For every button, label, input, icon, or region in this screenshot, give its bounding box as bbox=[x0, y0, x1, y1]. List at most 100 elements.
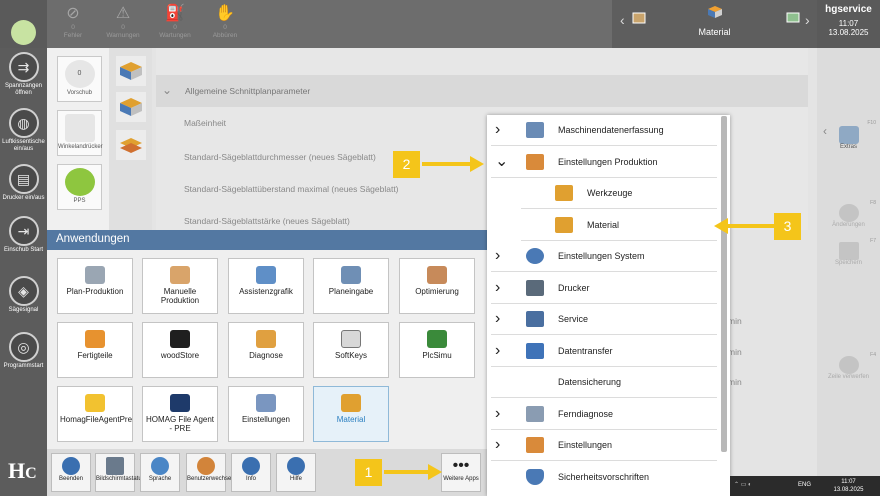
app-label: Manuelle Produktion bbox=[160, 287, 200, 305]
material-icon bbox=[341, 394, 361, 412]
param-row[interactable]: Standard-Sägeblattdurchmesser (neues Säg… bbox=[184, 152, 376, 162]
app-einstellungen[interactable]: Einstellungen bbox=[228, 386, 304, 442]
tray-clock[interactable]: 11:07 13.08.2025 bbox=[817, 476, 880, 496]
chevron-down-icon: ⌄ bbox=[162, 83, 173, 97]
sprache-button[interactable]: Sprache bbox=[140, 453, 180, 492]
menu-item-drucker[interactable]: › Drucker bbox=[487, 273, 717, 304]
app-planeingabe[interactable]: Planeingabe bbox=[313, 258, 389, 314]
saw-signal-icon: ◈ bbox=[8, 276, 39, 306]
sidebar-item-label: Luftkissentische ein/aus bbox=[2, 139, 45, 152]
app-manuelle-produktion[interactable]: Manuelle Produktion bbox=[142, 258, 218, 314]
angle-pusher-icon bbox=[64, 114, 95, 142]
sidebar-item-programmstart[interactable]: ◎ Programmstart bbox=[0, 332, 47, 370]
app-homag-file-agent[interactable]: HOMAG File Agent - PRE bbox=[142, 386, 218, 442]
program-start-icon: ◎ bbox=[8, 332, 39, 362]
sidebar-item-spannzangen[interactable]: ⇉ Spannzangen öffnen bbox=[0, 52, 47, 97]
menu-scrollbar[interactable] bbox=[721, 116, 727, 452]
hilfe-button[interactable]: Hilfe bbox=[276, 453, 316, 492]
app-softkeys[interactable]: SoftKeys bbox=[313, 322, 389, 378]
menu-item-label: Einstellungen System bbox=[558, 251, 645, 261]
tile-vorschub[interactable]: 0 Vorschub bbox=[57, 56, 102, 102]
plan-production-icon bbox=[85, 266, 105, 284]
info-button[interactable]: Info bbox=[231, 453, 271, 492]
assist-graphic-icon bbox=[256, 266, 276, 284]
menu-item-einstellungen[interactable]: › Einstellungen bbox=[487, 430, 717, 461]
sidebar-item-label: Drucker ein/aus bbox=[2, 195, 45, 201]
extras-button[interactable]: Extras F10 bbox=[817, 120, 880, 150]
user-icon bbox=[197, 457, 215, 475]
param-unit: min bbox=[728, 347, 742, 357]
app-plan-produktion[interactable]: Plan-Produktion bbox=[57, 258, 133, 314]
language-indicator[interactable]: ENG bbox=[798, 482, 811, 488]
tray-date: 13.08.2025 bbox=[833, 487, 864, 493]
chevron-left-icon[interactable]: ‹ bbox=[620, 12, 625, 28]
app-plcsimu[interactable]: PlcSimu bbox=[399, 322, 475, 378]
more-icon: ••• bbox=[452, 457, 470, 474]
material-stack-icon[interactable] bbox=[116, 56, 146, 86]
tile-label: Winkelandrücker bbox=[58, 144, 103, 150]
benutzerwechsel-button[interactable]: Benutzerwechsel bbox=[186, 453, 233, 492]
menu-item-einstellungen-system[interactable]: › Einstellungen System bbox=[487, 241, 717, 272]
sidebar-item-drucker[interactable]: ▤ Drucker ein/aus bbox=[0, 164, 47, 202]
app-diagnose[interactable]: Diagnose bbox=[228, 322, 304, 378]
weitere-apps-button[interactable]: ••• Weitere Apps bbox=[441, 453, 481, 492]
remote-diagnosis-icon bbox=[526, 406, 544, 422]
material-layers-icon[interactable] bbox=[116, 130, 146, 160]
left-sidebar: ⇉ Spannzangen öffnen ◍ Luftkissentische … bbox=[0, 48, 47, 496]
sidebar-item-label: Spannzangen öffnen bbox=[4, 83, 43, 96]
speichern-button[interactable]: Speichern F7 bbox=[817, 238, 880, 266]
menu-item-sicherheitsvorschriften[interactable]: Sicherheitsvorschriften bbox=[487, 462, 717, 493]
app-fertigteile[interactable]: Fertigteile bbox=[57, 322, 133, 378]
bildschirmtastatur-button[interactable]: Bildschirmtastatur bbox=[95, 453, 144, 492]
menu-item-datensicherung[interactable]: Datensicherung bbox=[487, 367, 717, 398]
app-label: Assistenzgrafik bbox=[239, 287, 293, 296]
info-icon bbox=[242, 457, 260, 475]
homag-logo: HC bbox=[8, 458, 37, 483]
zeile-verwerfen-button[interactable]: Zeile verwerfen F4 bbox=[817, 352, 880, 380]
tile-winkelandruecker[interactable]: Winkelandrücker bbox=[57, 110, 103, 156]
menu-item-einstellungen-produktion[interactable]: ⌄ Einstellungen Produktion bbox=[487, 147, 717, 178]
sidebar-item-luftkissen[interactable]: ◍ Luftkissentische ein/aus bbox=[0, 108, 47, 153]
menu-item-service[interactable]: › Service bbox=[487, 304, 717, 335]
param-row[interactable]: Maßeinheit bbox=[184, 118, 226, 128]
top-bar: ⊘ 0 Fehler ⚠ 0 Warnungen ⛽ 0 Wartungen ✋… bbox=[0, 0, 880, 48]
warnings-indicator[interactable]: ⚠ 0 Warnungen bbox=[94, 4, 152, 40]
finished-parts-icon bbox=[85, 330, 105, 348]
menu-item-ferndiagnose[interactable]: › Ferndiagnose bbox=[487, 399, 717, 430]
app-homagfileagentpre[interactable]: HomagFileAgentPre bbox=[57, 386, 133, 442]
param-row[interactable]: Standard-Sägeblattstärke (neues Sägeblat… bbox=[184, 216, 350, 226]
user-clock-panel[interactable]: hgservice 11:07 13.08.2025 bbox=[817, 0, 880, 48]
app-optimierung[interactable]: Optimierung bbox=[399, 258, 475, 314]
sidebar-item-saegesignal[interactable]: ◈ Sägesignal bbox=[0, 276, 47, 314]
aenderungen-button[interactable]: Änderungen F8 bbox=[817, 200, 880, 228]
menu-item-werkzeuge[interactable]: Werkzeuge bbox=[487, 178, 717, 209]
section-header[interactable]: ⌄ Allgemeine Schnittplanparameter bbox=[156, 75, 808, 107]
sidebar-item-einschub[interactable]: ⇥ Einschub Start bbox=[0, 216, 47, 254]
maintenance-label: Wartungen bbox=[159, 32, 191, 39]
app-assistenzgrafik[interactable]: Assistenzgrafik bbox=[228, 258, 304, 314]
app-material[interactable]: Material bbox=[313, 386, 389, 442]
tray-icons[interactable]: ⌃ ▭ ◐ bbox=[734, 481, 752, 488]
menu-item-material[interactable]: Material bbox=[487, 210, 717, 241]
param-row[interactable]: Standard-Sägeblattüberstand maximal (neu… bbox=[184, 184, 399, 194]
warning-icon: ⚠ bbox=[115, 5, 131, 22]
menu-item-maschinendatenerfassung[interactable]: › Maschinendatenerfassung bbox=[487, 115, 717, 146]
aenderungen-label: Änderungen bbox=[832, 222, 865, 228]
app-woodstore[interactable]: woodStore bbox=[142, 322, 218, 378]
chevron-right-icon[interactable]: › bbox=[805, 12, 810, 28]
abbueren-indicator[interactable]: ✋ 0 Abbüren bbox=[196, 4, 254, 40]
bottom-label: Benutzerwechsel bbox=[187, 476, 233, 482]
help-icon bbox=[287, 457, 305, 475]
app-label: Einstellungen bbox=[241, 415, 291, 424]
material-edit-icon[interactable] bbox=[116, 92, 146, 122]
right-sidebar: ‹ Extras F10 Änderungen F8 Speichern F7 … bbox=[817, 48, 880, 496]
keyboard-icon bbox=[106, 457, 124, 475]
errors-label: Fehler bbox=[63, 32, 83, 39]
current-app-switcher[interactable]: ‹ Material › bbox=[612, 0, 817, 48]
sidebar-item-label: Einschub Start bbox=[3, 247, 44, 253]
hand-icon: ✋ bbox=[215, 5, 235, 22]
tile-pps[interactable]: PPS bbox=[57, 164, 102, 210]
menu-item-label: Ferndiagnose bbox=[558, 409, 614, 419]
beenden-button[interactable]: Beenden bbox=[51, 453, 91, 492]
menu-item-datentransfer[interactable]: › Datentransfer bbox=[487, 336, 717, 367]
